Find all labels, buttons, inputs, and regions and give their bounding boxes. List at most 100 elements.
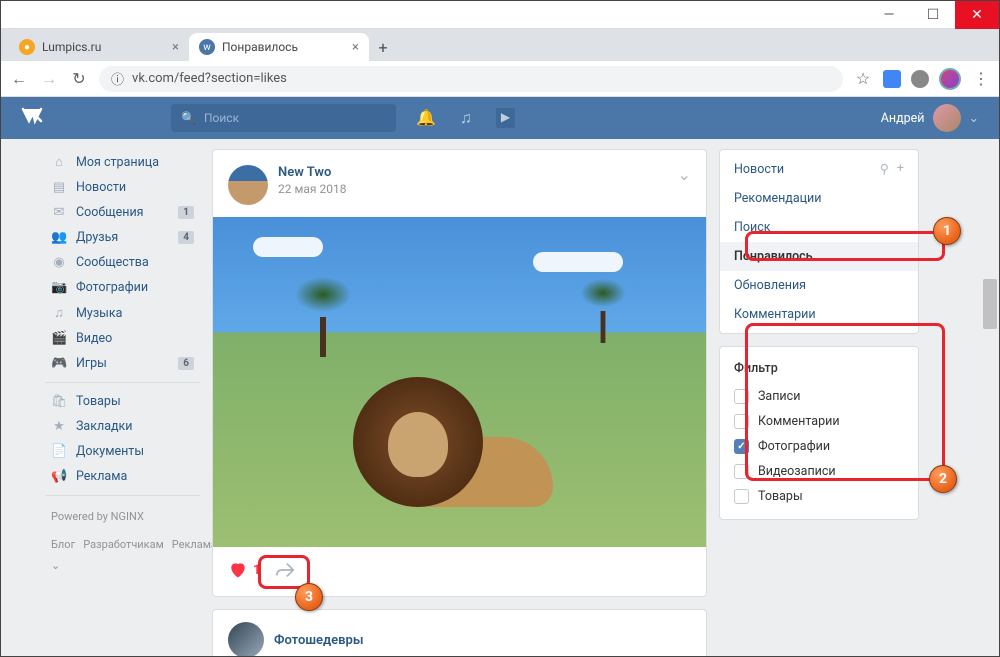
filter-icon[interactable]: ⚲ (880, 161, 889, 177)
browser-tab-vk[interactable]: w Понравилось × (189, 33, 369, 61)
chevron-down-icon: ⌄ (969, 110, 979, 126)
left-sidebar: ⌂Моя страница▤Новости✉Сообщения1👥Друзья4… (45, 149, 200, 656)
scrollbar[interactable] (983, 279, 997, 329)
nav-reload-button[interactable]: ↻ (69, 69, 89, 89)
powered-by-text: Powered by NGINX (45, 502, 200, 535)
feed-post: New Two 22 мая 2018 ⌄ (212, 149, 707, 597)
tab-close-icon[interactable]: × (352, 40, 359, 55)
extension-icon[interactable] (883, 70, 901, 88)
right-tab-Новости[interactable]: Новости⚲+ (720, 154, 918, 184)
sidebar-item-Фотографии[interactable]: 📷Фотографии (45, 275, 200, 300)
filter-label: Фотографии (758, 439, 830, 454)
nav-label: Игры (76, 356, 107, 371)
post-author-name[interactable]: New Two (278, 165, 346, 180)
right-tab-Понравилось[interactable]: Понравилось (720, 242, 918, 271)
feed-post: Фотошедевры (212, 609, 707, 656)
nav-icon: 📄 (51, 444, 67, 459)
nav-label: Друзья (76, 230, 118, 245)
tab-title: Lumpics.ru (42, 40, 101, 54)
post-author-name[interactable]: Фотошедевры (274, 633, 363, 648)
window-minimize[interactable]: — (867, 1, 911, 29)
sidebar-item-Игры[interactable]: 🎮Игры6 (45, 351, 200, 376)
checkbox[interactable] (734, 439, 749, 454)
footer-link[interactable]: Реклама (172, 538, 217, 551)
filter-option-Видеозаписи[interactable]: Видеозаписи (720, 459, 918, 484)
nav-back-button[interactable]: ← (9, 69, 29, 89)
checkbox[interactable] (734, 389, 749, 404)
sidebar-item-Музыка[interactable]: ♫Музыка (45, 300, 200, 326)
nav-forward-button[interactable]: → (39, 69, 59, 89)
checkbox[interactable] (734, 414, 749, 429)
like-button[interactable]: 1 (228, 560, 260, 580)
nav-label: Реклама (76, 469, 127, 484)
filter-option-Фотографии[interactable]: Фотографии (720, 434, 918, 459)
nav-icon: ◉ (51, 255, 67, 270)
footer-links: БлогРазработчикамРекламаЕщё ⌄ (45, 535, 200, 577)
right-tab-Обновления[interactable]: Обновления (720, 271, 918, 300)
filter-option-Записи[interactable]: Записи (720, 384, 918, 409)
vk-user-menu[interactable]: Андрей ⌄ (881, 104, 979, 132)
footer-link[interactable]: Разработчикам (83, 538, 164, 551)
window-maximize[interactable]: ☐ (911, 1, 955, 29)
like-count: 1 (253, 563, 260, 578)
favicon-icon: w (199, 39, 215, 55)
share-icon[interactable] (274, 559, 296, 581)
right-tabs-box: Новости⚲+РекомендацииПоискПонравилосьОбн… (719, 149, 919, 334)
extension-icon[interactable] (911, 70, 929, 88)
sidebar-item-Товары[interactable]: 🛍Товары (45, 389, 200, 414)
sidebar-item-Видео[interactable]: 🎬Видео (45, 326, 200, 351)
feed-column: New Two 22 мая 2018 ⌄ (212, 149, 707, 656)
post-menu-icon[interactable]: ⌄ (678, 165, 691, 205)
nav-label: Новости (76, 180, 126, 195)
sidebar-item-Сообщества[interactable]: ◉ Сообщества (45, 250, 200, 275)
checkbox[interactable] (734, 489, 749, 504)
window-titlebar: — ☐ ✕ (1, 1, 999, 29)
post-image[interactable] (213, 217, 706, 547)
footer-link[interactable]: Блог (51, 538, 75, 551)
badge: 1 (178, 206, 194, 219)
page-content: ⌂Моя страница▤Новости✉Сообщения1👥Друзья4… (1, 139, 999, 656)
divider (45, 495, 200, 496)
sidebar-item-Сообщения[interactable]: ✉Сообщения1 (45, 200, 200, 225)
tab-close-icon[interactable]: × (172, 40, 179, 55)
sidebar-item-Закладки[interactable]: ★Закладки (45, 414, 200, 439)
checkbox[interactable] (734, 464, 749, 479)
post-author-avatar[interactable] (228, 622, 264, 656)
sidebar-item-Документы[interactable]: 📄 Документы (45, 439, 200, 464)
right-tab-Рекомендации[interactable]: Рекомендации (720, 184, 918, 213)
sidebar-item-Новости[interactable]: ▤Новости (45, 175, 200, 200)
nav-label: Сообщества (76, 255, 149, 270)
tab-label: Поиск (734, 220, 771, 235)
nav-icon: 👥 (51, 230, 67, 245)
new-tab-button[interactable]: + (369, 33, 397, 61)
heart-icon (228, 560, 248, 580)
site-info-icon[interactable]: ⓘ (111, 69, 124, 88)
nav-label: Сообщения (76, 205, 144, 220)
vk-search-input[interactable]: 🔍 Поиск (171, 104, 396, 132)
post-author-avatar[interactable] (228, 165, 268, 205)
sidebar-item-Реклама[interactable]: 📢Реклама (45, 464, 200, 489)
bookmark-star-icon[interactable]: ☆ (853, 69, 873, 89)
music-icon[interactable]: ♫ (460, 108, 472, 128)
notifications-icon[interactable]: 🔔 (416, 108, 436, 128)
sidebar-item-Друзья[interactable]: 👥Друзья4 (45, 225, 200, 250)
sidebar-item-Моя страница[interactable]: ⌂Моя страница (45, 149, 200, 175)
nav-label: Музыка (76, 306, 122, 321)
browser-menu-icon[interactable]: ⋮ (971, 69, 991, 89)
address-bar[interactable]: ⓘ vk.com/feed?section=likes (99, 66, 843, 92)
right-tab-Комментарии[interactable]: Комментарии (720, 300, 918, 329)
right-tab-Поиск[interactable]: Поиск (720, 213, 918, 242)
browser-tab-lumpics[interactable]: ● Lumpics.ru × (9, 33, 189, 61)
filter-option-Комментарии[interactable]: Комментарии (720, 409, 918, 434)
profile-avatar[interactable] (939, 68, 961, 90)
post-date[interactable]: 22 мая 2018 (278, 182, 346, 196)
nav-icon: 📷 (51, 280, 67, 295)
window-close[interactable]: ✕ (955, 1, 999, 29)
vk-logo[interactable] (21, 106, 171, 131)
nav-icon: ★ (51, 419, 67, 434)
plus-icon[interactable]: + (897, 161, 904, 177)
vk-header: 🔍 Поиск 🔔 ♫ ▶ Андрей ⌄ (1, 97, 999, 139)
filter-option-Товары[interactable]: Товары (720, 484, 918, 509)
nav-label: Документы (76, 444, 144, 459)
play-icon[interactable]: ▶ (496, 108, 515, 128)
